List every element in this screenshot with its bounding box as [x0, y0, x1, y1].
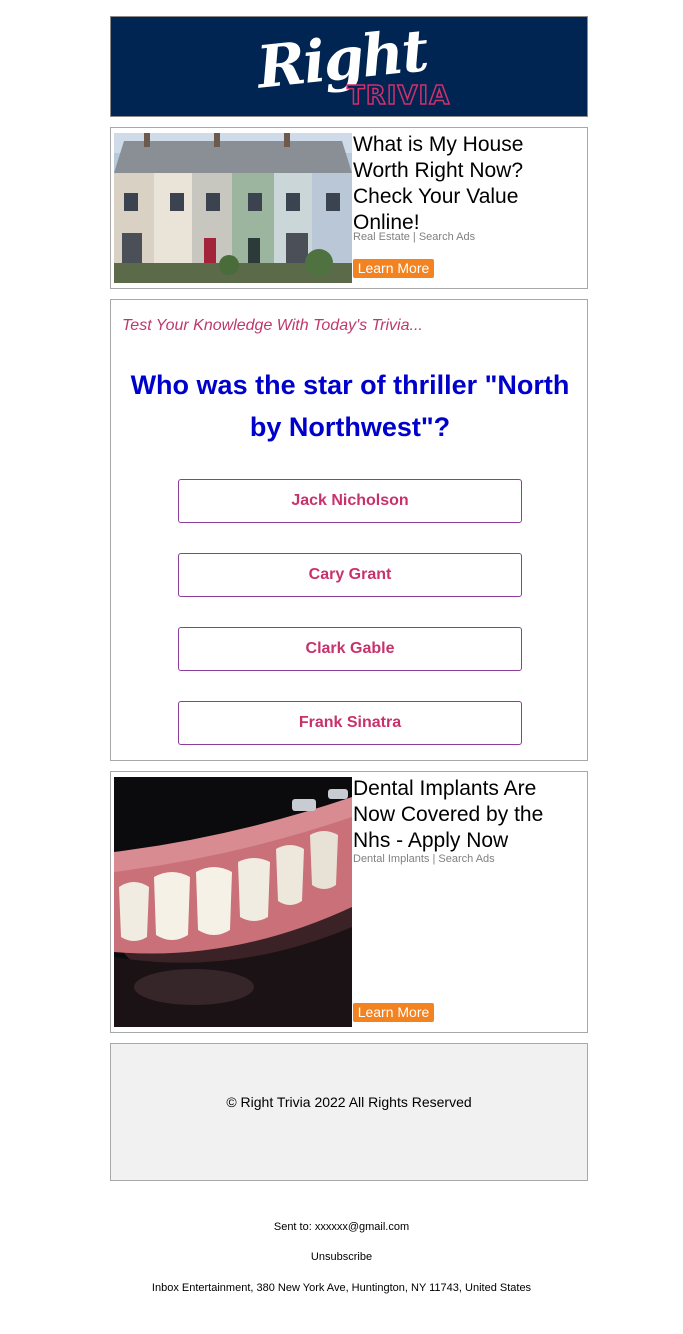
right-trivia-logo[interactable]: Right TRIVIA	[111, 16, 587, 116]
answer-button-2[interactable]: Cary Grant	[178, 553, 522, 597]
logo-word-trivia: TRIVIA	[346, 80, 451, 112]
company-address: Inbox Entertainment, 380 New York Ave, H…	[151, 1282, 532, 1294]
ad-source-label: Real Estate | Search Ads	[353, 231, 476, 243]
unsubscribe-link[interactable]: Unsubscribe	[0, 1251, 683, 1263]
ad-source-label: Dental Implants | Search Ads	[353, 853, 495, 865]
learn-more-button[interactable]: Learn More	[353, 1003, 434, 1022]
sent-to-text: Sent to: xxxxxx@gmail.com	[273, 1221, 410, 1233]
footer-copyright-box: © Right Trivia 2022 All Rights Reserved	[110, 1043, 588, 1181]
quiz-question: Who was the star of thriller "North by N…	[130, 370, 570, 442]
copyright-text: © Right Trivia 2022 All Rights Reserved	[226, 1094, 472, 1110]
dental-implant-photo-icon[interactable]	[114, 777, 352, 1027]
answer-button-3[interactable]: Clark Gable	[178, 627, 522, 671]
answer-button-1[interactable]: Jack Nicholson	[178, 479, 522, 523]
ad-title[interactable]: What is My House Worth Right Now? Check …	[353, 132, 583, 236]
houses-photo-icon[interactable]	[114, 133, 352, 283]
answer-button-4[interactable]: Frank Sinatra	[178, 701, 522, 745]
header-banner: Right TRIVIA	[110, 16, 588, 117]
quiz-intro-text: Test Your Knowledge With Today's Trivia.…	[122, 317, 423, 334]
ad-card-dental[interactable]: Dental Implants Are Now Covered by the N…	[110, 771, 588, 1033]
ad-title[interactable]: Dental Implants Are Now Covered by the N…	[353, 776, 583, 854]
trivia-quiz-panel: Test Your Knowledge With Today's Trivia.…	[110, 299, 588, 761]
learn-more-button[interactable]: Learn More	[353, 259, 434, 278]
ad-card-real-estate[interactable]: What is My House Worth Right Now? Check …	[110, 127, 588, 289]
